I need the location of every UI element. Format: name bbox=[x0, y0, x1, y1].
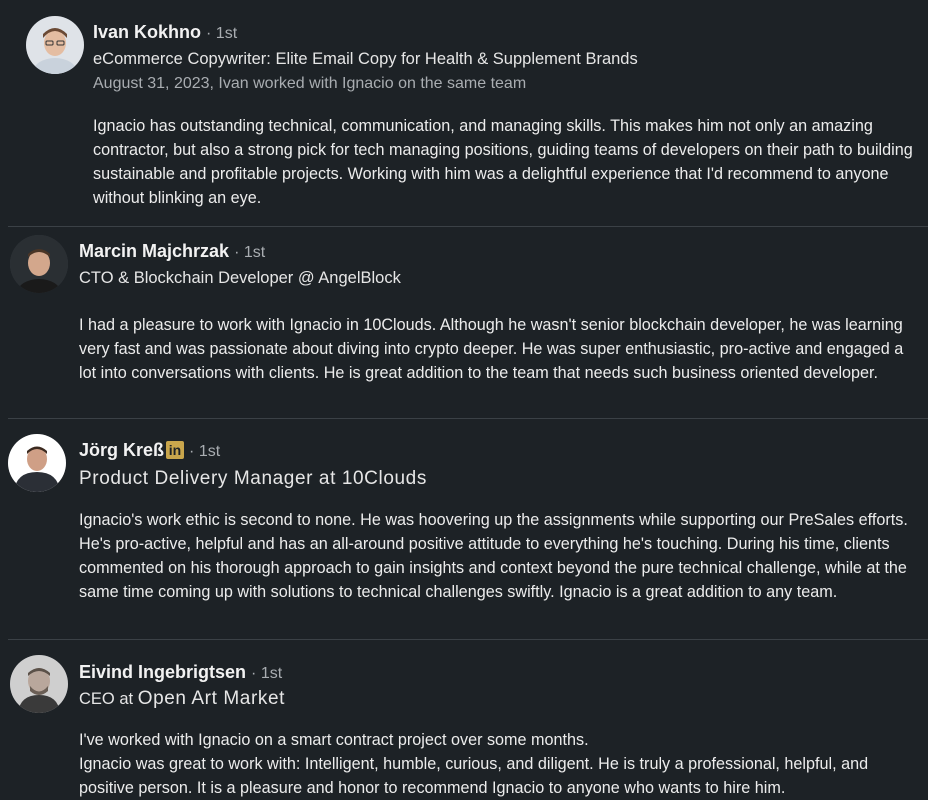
divider bbox=[8, 418, 928, 419]
name-line: Jörg Kreß in · 1st bbox=[79, 439, 220, 463]
recommender-name[interactable]: Eivind Ingebrigtsen bbox=[79, 662, 246, 682]
connection-degree: · 1st bbox=[189, 443, 221, 460]
recommender-name[interactable]: Marcin Majchrzak bbox=[79, 241, 229, 261]
avatar-photo-icon bbox=[10, 655, 68, 713]
divider bbox=[8, 639, 928, 640]
avatar-photo-icon bbox=[8, 434, 66, 492]
recommender-name[interactable]: Ivan Kokhno bbox=[93, 22, 201, 42]
avatar[interactable] bbox=[10, 655, 68, 713]
connection-degree: · 1st bbox=[251, 665, 283, 682]
avatar[interactable] bbox=[10, 235, 68, 293]
recommendation-text: Ignacio's work ethic is second to none. … bbox=[79, 511, 908, 601]
recommender-headline: eCommerce Copywriter: Elite Email Copy f… bbox=[93, 50, 638, 68]
divider bbox=[8, 226, 928, 227]
linkedin-badge-icon: in bbox=[166, 441, 185, 459]
recommendation-meta: August 31, 2023, Ivan worked with Ignaci… bbox=[93, 75, 527, 92]
headline-company: Open Art Market bbox=[137, 688, 286, 709]
avatar[interactable] bbox=[8, 434, 66, 492]
connection-degree: · 1st bbox=[234, 244, 266, 261]
name-line: Eivind Ingebrigtsen · 1st bbox=[79, 661, 282, 685]
name-line: Ivan Kokhno · 1st bbox=[93, 21, 237, 45]
avatar-photo-icon bbox=[26, 16, 84, 74]
connection-degree: · 1st bbox=[206, 25, 238, 42]
name-line: Marcin Majchrzak · 1st bbox=[79, 240, 265, 264]
recommendation-text: I had a pleasure to work with Ignacio in… bbox=[79, 316, 904, 382]
recommender-headline: CEO at Open Art Market bbox=[79, 688, 285, 710]
recommender-headline: CTO & Blockchain Developer @ AngelBlock bbox=[79, 269, 401, 287]
recommender-headline: Product Delivery Manager at 10Clouds bbox=[79, 468, 427, 489]
avatar[interactable] bbox=[26, 16, 84, 74]
avatar-photo-icon bbox=[10, 235, 68, 293]
headline-prefix: CEO at bbox=[79, 690, 134, 708]
recommendation-text: Ignacio has outstanding technical, commu… bbox=[93, 117, 913, 207]
recommender-name[interactable]: Jörg Kreß bbox=[79, 440, 164, 460]
recommendation-text: I've worked with Ignacio on a smart cont… bbox=[79, 731, 869, 797]
